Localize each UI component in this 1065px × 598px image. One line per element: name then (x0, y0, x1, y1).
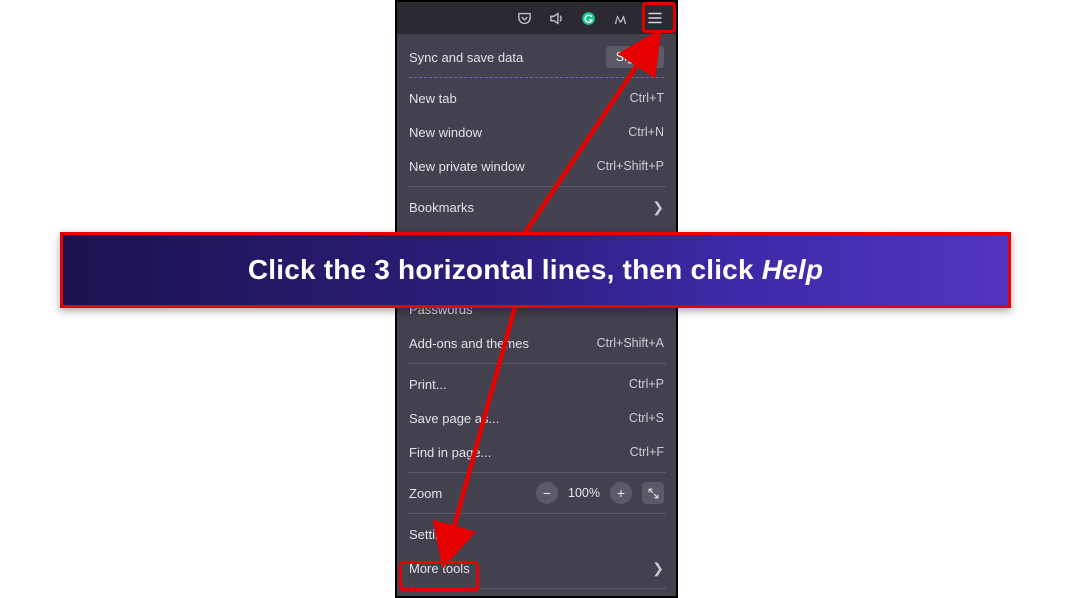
menu-item-label: Add-ons and themes (409, 336, 529, 351)
zoom-in-button[interactable]: + (610, 482, 632, 504)
instruction-em: Help (762, 254, 823, 285)
menu-bookmarks[interactable]: Bookmarks ❯ (397, 190, 676, 224)
menu-item-shortcut: Ctrl+P (629, 377, 664, 391)
menu-item-shortcut: Ctrl+Shift+P (597, 159, 664, 173)
menu-new-tab[interactable]: New tab Ctrl+T (397, 81, 676, 115)
menu-help[interactable]: Help ❯ (397, 592, 676, 598)
chevron-right-icon: ❯ (652, 199, 664, 216)
menu-item-label: Settings (409, 527, 456, 542)
sign-in-button[interactable]: Sign in (606, 46, 664, 68)
instruction-banner: Click the 3 horizontal lines, then click… (60, 232, 1011, 308)
menu-new-window[interactable]: New window Ctrl+N (397, 115, 676, 149)
pocket-icon[interactable] (514, 8, 534, 28)
menu-item-label: New window (409, 125, 482, 140)
menu-save-page[interactable]: Save page as... Ctrl+S (397, 401, 676, 435)
menu-item-label: New private window (409, 159, 525, 174)
zoom-out-button[interactable]: − (536, 482, 558, 504)
menu-addons[interactable]: Add-ons and themes Ctrl+Shift+A (397, 326, 676, 360)
grammarly-icon[interactable] (578, 8, 598, 28)
menu-item-shortcut: Ctrl+S (629, 411, 664, 425)
menu-item-label: Find in page... (409, 445, 491, 460)
menu-item-shortcut: Ctrl+T (630, 91, 664, 105)
malwarebytes-icon[interactable] (610, 8, 630, 28)
menu-item-label: Sync and save data (409, 50, 523, 65)
menu-more-tools[interactable]: More tools ❯ (397, 551, 676, 585)
menu-sync[interactable]: Sync and save data Sign in (397, 40, 676, 74)
menu-item-label: Zoom (409, 486, 442, 501)
menu-item-label: New tab (409, 91, 457, 106)
menu-new-private-window[interactable]: New private window Ctrl+Shift+P (397, 149, 676, 183)
menu-find[interactable]: Find in page... Ctrl+F (397, 435, 676, 469)
chevron-right-icon: ❯ (652, 560, 664, 577)
menu-item-label: Save page as... (409, 411, 499, 426)
zoom-value: 100% (568, 486, 600, 500)
separator (407, 363, 666, 364)
volume-icon[interactable] (546, 8, 566, 28)
hamburger-menu-button[interactable] (642, 5, 668, 31)
separator (407, 472, 666, 473)
separator (409, 77, 664, 78)
menu-item-label: Bookmarks (409, 200, 474, 215)
menu-settings[interactable]: Settings (397, 517, 676, 551)
separator (407, 186, 666, 187)
menu-item-shortcut: Ctrl+F (630, 445, 664, 459)
separator (407, 513, 666, 514)
menu-item-label: More tools (409, 561, 470, 576)
app-menu: Sync and save data Sign in New tab Ctrl+… (397, 34, 676, 598)
menu-item-shortcut: Ctrl+Shift+A (597, 336, 664, 350)
fullscreen-button[interactable] (642, 482, 664, 504)
menu-item-label: Print... (409, 377, 447, 392)
instruction-prefix: Click the 3 horizontal lines, then click (248, 254, 762, 285)
menu-zoom: Zoom − 100% + (397, 476, 676, 510)
separator (407, 588, 666, 589)
instruction-text: Click the 3 horizontal lines, then click… (248, 254, 823, 286)
browser-toolbar (397, 2, 676, 34)
menu-item-shortcut: Ctrl+N (628, 125, 664, 139)
menu-print[interactable]: Print... Ctrl+P (397, 367, 676, 401)
